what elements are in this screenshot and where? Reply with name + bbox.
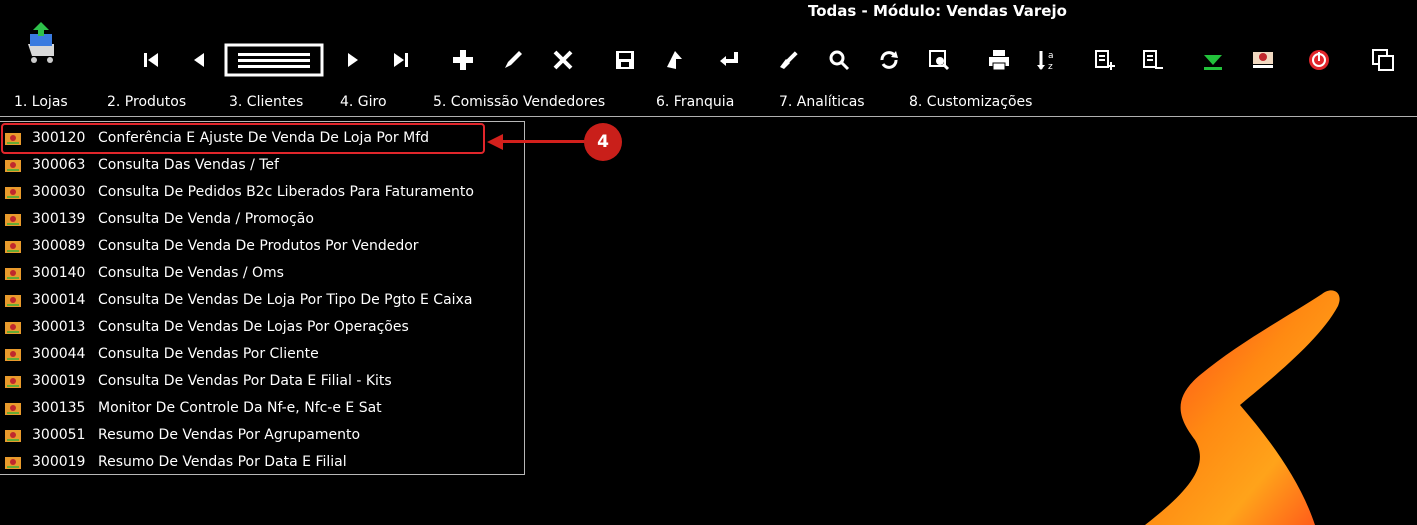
add-icon — [453, 50, 473, 70]
list-item[interactable]: 300013 Consulta De Vendas De Lojas Por Op… — [2, 314, 522, 341]
flag-icon — [1253, 52, 1273, 68]
highlight-box — [1, 123, 485, 154]
save-disk-icon — [616, 51, 634, 69]
menu-bar: 1. Lojas 2. Produtos 3. Clientes 4. Giro… — [0, 91, 1417, 115]
menu-clientes[interactable]: 3. Clientes — [229, 94, 303, 110]
svg-text:z: z — [1048, 62, 1053, 72]
remove-document-icon — [1143, 50, 1163, 69]
report-icon — [5, 187, 21, 199]
report-icon — [5, 214, 21, 226]
next-record-icon — [348, 53, 358, 67]
print-icon — [989, 50, 1009, 71]
preview-button[interactable] — [922, 40, 956, 80]
annotation-arrowhead — [487, 134, 503, 150]
delete-button[interactable] — [546, 40, 580, 80]
menu-divider — [0, 116, 1417, 117]
menu-produtos[interactable]: 2. Produtos — [107, 94, 186, 110]
first-record-button[interactable] — [134, 40, 168, 80]
report-icon — [5, 322, 21, 334]
sort-button[interactable]: az — [1030, 40, 1064, 80]
next-record-button[interactable] — [336, 40, 370, 80]
duplicate-icon — [667, 51, 682, 69]
clear-brush-icon — [780, 51, 798, 69]
menu-comissao-vendedores[interactable]: 5. Comissão Vendedores — [433, 94, 605, 110]
list-view-button[interactable] — [222, 40, 326, 80]
list-item[interactable]: 300044 Consulta De Vendas Por Cliente — [2, 341, 522, 368]
report-icon — [5, 376, 21, 388]
switch-window-button[interactable] — [1366, 40, 1400, 80]
add-document-button[interactable] — [1088, 40, 1122, 80]
svg-text:a: a — [1048, 51, 1054, 61]
edit-pencil-icon — [505, 51, 522, 68]
menu-analiticas[interactable]: 7. Analíticas — [779, 94, 865, 110]
list-item[interactable]: 300014 Consulta De Vendas De Loja Por Tip… — [2, 287, 522, 314]
report-icon — [5, 349, 21, 361]
flag-button[interactable] — [1246, 40, 1280, 80]
list-item[interactable]: 300135 Monitor De Controle Da Nf-e, Nfc-e… — [2, 395, 522, 422]
annotation-arrow-line — [500, 140, 590, 143]
power-exit-icon — [1309, 50, 1329, 70]
previous-record-icon — [194, 53, 204, 67]
list-item[interactable]: 300019 Consulta De Vendas Por Data E Fili… — [2, 368, 522, 395]
list-item[interactable]: 300139 Consulta De Venda / Promoção — [2, 206, 522, 233]
report-icon — [5, 403, 21, 415]
edit-button[interactable] — [496, 40, 530, 80]
last-record-icon — [394, 53, 408, 67]
list-view-icon — [224, 43, 324, 77]
confirm-check-icon — [720, 52, 738, 66]
menu-giro[interactable]: 4. Giro — [340, 94, 387, 110]
list-item[interactable]: 300089 Consulta De Venda De Produtos Por … — [2, 233, 522, 260]
clear-button[interactable] — [772, 40, 806, 80]
search-icon — [829, 50, 850, 71]
exit-button[interactable] — [1302, 40, 1336, 80]
step-callout: 4 — [584, 123, 622, 161]
report-icon — [5, 295, 21, 307]
list-item[interactable]: 300019 Resumo De Vendas Por Data E Filial — [2, 449, 522, 476]
report-icon — [5, 241, 21, 253]
report-icon — [5, 160, 21, 172]
report-icon — [5, 430, 21, 442]
brand-logo — [1145, 290, 1340, 525]
app-cart-icon[interactable] — [22, 20, 66, 64]
confirm-button[interactable] — [712, 40, 746, 80]
submenu-list: 300120 Conferência E Ajuste De Venda De L… — [0, 121, 525, 475]
print-button[interactable] — [982, 40, 1016, 80]
add-button[interactable] — [446, 40, 480, 80]
report-icon — [5, 268, 21, 280]
sort-az-icon: az — [1037, 51, 1054, 72]
remove-document-button[interactable] — [1136, 40, 1170, 80]
download-arrow-icon — [1204, 55, 1222, 70]
menu-lojas[interactable]: 1. Lojas — [14, 94, 68, 110]
report-icon — [5, 457, 21, 469]
last-record-button[interactable] — [384, 40, 418, 80]
add-document-icon — [1095, 50, 1115, 70]
list-item[interactable]: 300140 Consulta De Vendas / Oms — [2, 260, 522, 287]
first-record-icon — [144, 53, 158, 67]
search-button[interactable] — [822, 40, 856, 80]
download-button[interactable] — [1196, 40, 1230, 80]
refresh-icon — [880, 51, 898, 69]
refresh-button[interactable] — [872, 40, 906, 80]
list-item[interactable]: 300051 Resumo De Vendas Por Agrupamento — [2, 422, 522, 449]
list-item[interactable]: 300030 Consulta De Pedidos B2c Liberados … — [2, 179, 522, 206]
previous-record-button[interactable] — [182, 40, 216, 80]
save-button[interactable] — [608, 40, 642, 80]
menu-customizacoes[interactable]: 8. Customizações — [909, 94, 1032, 110]
list-item[interactable]: 300063 Consulta Das Vendas / Tef — [2, 152, 522, 179]
delete-x-icon — [553, 50, 573, 70]
duplicate-button[interactable] — [658, 40, 692, 80]
menu-franquia[interactable]: 6. Franquia — [656, 94, 734, 110]
preview-icon — [929, 50, 950, 71]
switch-window-icon — [1372, 49, 1394, 71]
